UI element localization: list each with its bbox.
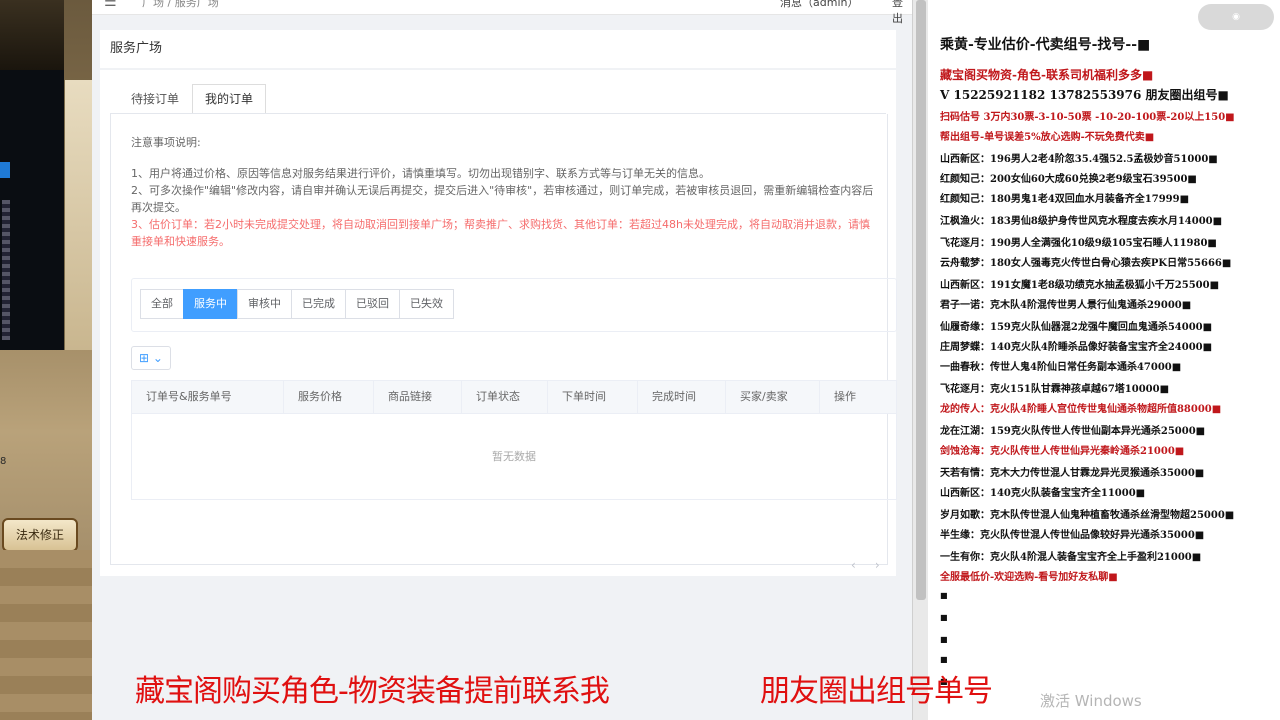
listing-line: 扫码估号 3万内30票-3-10-50票 -10-20-100票-20以上150… — [940, 112, 1235, 123]
listing-line: 山西新区：140克火队装备宝宝齐全11000■ — [940, 488, 1146, 499]
listing-line: 飞花逐月：190男人全满强化10级9级105宝石睡人11980■ — [940, 238, 1217, 249]
column-order-time[interactable]: 下单时间 — [548, 381, 638, 413]
page-title-card: 服务广场 — [100, 30, 896, 68]
notice-item: 2、可多次操作"编辑"修改内容，请自审并确认无误后再提交，提交后进入"待审核"，… — [131, 184, 874, 214]
pagination: ‹ › — [851, 558, 880, 572]
listing-line: 飞花逐月：克火151队甘霖神孩卓越67塔10000■ — [940, 384, 1170, 395]
column-buyer-seller[interactable]: 买家/卖家 — [726, 381, 820, 413]
listing-line: 仙履奇缘：159克火队仙器混2龙强牛魔回血鬼通杀54000■ — [940, 322, 1213, 333]
filter-completed[interactable]: 已完成 — [291, 289, 346, 319]
filter-under-review[interactable]: 审核中 — [237, 289, 292, 319]
top-nav: ☰ 广场 / 服务广场 消息（admin） 登出 — [92, 0, 912, 25]
notice-item: 1、用户将通过价格、原因等信息对服务结果进行评价，请慎重填写。切勿出现错别字、联… — [131, 167, 710, 180]
orders-card: 待接订单 我的订单 注意事项说明: 1、用户将通过价格、原因等信息对服务结果进行… — [100, 70, 897, 576]
listing-line: ■ — [940, 654, 948, 664]
column-actions[interactable]: 操作 — [820, 381, 894, 413]
tab-pending-orders[interactable]: 待接订单 — [118, 84, 192, 114]
stream-logo-icon: ◉ — [1198, 4, 1274, 30]
listing-line: 龙的传人：克火队4阶睡人宫位传世鬼仙通杀物超所值88000■ — [940, 404, 1222, 415]
user-menu[interactable]: 消息（admin） — [780, 0, 858, 10]
game-bottom-panel — [0, 550, 92, 720]
filter-expired[interactable]: 已失效 — [399, 289, 454, 319]
listing-line: 一生有你：克火队4阶混人装备宝宝齐全上手盈利21000■ — [940, 552, 1202, 563]
notice-warning: 3、估价订单：若2小时未完成提交处理，将自动取消回到接单广场；帮卖推广、求购找货… — [131, 218, 870, 248]
game-blue-marker — [0, 162, 10, 178]
listing-line: 天若有情：克木大力传世混人甘霖龙异光灵猴通杀35000■ — [940, 468, 1205, 479]
bottom-caption-right: 朋友圈出组号单号 — [760, 674, 993, 709]
listing-line: 庄周梦蝶：140克火队4阶睡杀品像好装备宝宝齐全24000■ — [940, 342, 1213, 353]
page-scrollbar[interactable] — [912, 0, 929, 720]
column-complete-time[interactable]: 完成时间 — [638, 381, 726, 413]
table-header: 订单号&服务单号 服务价格 商品链接 订单状态 下单时间 完成时间 买家/卖家 … — [132, 381, 896, 414]
listing-line: 红颜知己：200女仙60大成60兑换2老9级宝石39500■ — [940, 174, 1197, 185]
order-tabs: 待接订单 我的订单 — [118, 84, 267, 114]
prev-page-icon[interactable]: ‹ — [851, 558, 856, 572]
filter-all[interactable]: 全部 — [140, 289, 184, 319]
next-page-icon[interactable]: › — [875, 558, 880, 572]
listing-line: 龙在江湖：159克火队传世人传世仙副本异光通杀25000■ — [940, 426, 1206, 437]
listing-line: 江枫渔火：183男仙8级护身传世风克水程度去疾水月14000■ — [940, 216, 1223, 227]
table-empty-text: 暂无数据 — [492, 450, 536, 463]
game-tower — [2, 200, 10, 340]
column-order-status[interactable]: 订单状态 — [462, 381, 548, 413]
listing-line: 山西新区：196男人2老4阶忽35.4强52.5孟极妙音51000■ — [940, 154, 1218, 165]
listing-line: 帮出组号-单号误差5%放心选购-不玩免费代卖■ — [940, 132, 1155, 143]
grid-view-toggle[interactable]: ⊞ ⌄ — [131, 346, 171, 370]
listing-line: 云舟载梦：180女人强毒克火传世白骨心猿去疾PK日常55666■ — [940, 258, 1232, 269]
tab-my-orders[interactable]: 我的订单 — [192, 84, 267, 114]
game-counter: 8 — [0, 456, 7, 467]
listing-line: ■ — [940, 612, 948, 622]
listing-line: 剑蚀沧海：克火队传世人传世仙异光秦岭通杀21000■ — [940, 446, 1185, 457]
listing-line: 红颜知己：180男鬼1老4双回血水月装备齐全17999■ — [940, 194, 1190, 205]
logout-link[interactable]: 登出 — [892, 0, 912, 26]
notice-section: 注意事项说明: 1、用户将通过价格、原因等信息对服务结果进行评价，请慎重填写。切… — [131, 134, 876, 250]
menu-icon[interactable]: ☰ — [104, 0, 117, 10]
listing-line: V 15225921182 13782553976 朋友圈出组号■ — [940, 88, 1229, 102]
listing-line: 乘黄-专业估价-代卖组号-找号--■ — [940, 37, 1151, 53]
filter-rejected[interactable]: 已驳回 — [345, 289, 400, 319]
listing-line: 半生缘：克火队传世混人传世仙品像较好异光通杀35000■ — [940, 530, 1205, 541]
breadcrumb: 广场 / 服务广场 — [142, 0, 219, 9]
scrollbar-thumb[interactable] — [916, 0, 926, 600]
listing-line: ■ — [940, 590, 948, 600]
spell-correction-button[interactable]: 法术修正 — [2, 518, 78, 552]
bottom-caption-left: 藏宝阁购买角色-物资装备提前联系我 — [135, 674, 610, 709]
filter-in-service[interactable]: 服务中 — [183, 289, 238, 319]
listing-line: 藏宝阁买物资-角色-联系司机福利多多■ — [940, 68, 1154, 82]
notice-title: 注意事项说明: — [131, 136, 201, 149]
column-product-link[interactable]: 商品链接 — [374, 381, 462, 413]
game-side-panel — [64, 80, 92, 350]
tab-content: 注意事项说明: 1、用户将通过价格、原因等信息对服务结果进行评价，请慎重填写。切… — [110, 114, 897, 572]
orders-table: 订单号&服务单号 服务价格 商品链接 订单状态 下单时间 完成时间 买家/卖家 … — [131, 380, 897, 500]
windows-activation-watermark: 激活 Windows — [1040, 692, 1142, 710]
game-top-bar — [0, 0, 64, 70]
listing-line: 君子一诺：克木队4阶混传世男人景行仙鬼通杀29000■ — [940, 300, 1192, 311]
listing-line: 一曲春秋：传世人鬼4阶仙日常任务副本通杀47000■ — [940, 362, 1182, 373]
game-window-strip: 8 法术修正 — [0, 0, 92, 720]
column-order-number[interactable]: 订单号&服务单号 — [132, 381, 284, 413]
service-square-page: ☰ 广场 / 服务广场 消息（admin） 登出 服务广场 待接订单 我的订单 … — [92, 0, 912, 720]
game-scene — [0, 0, 64, 350]
column-service-price[interactable]: 服务价格 — [284, 381, 374, 413]
listing-line: 岁月如歌：克木队传世混人仙鬼种植畜牧通杀丝滑型物超25000■ — [940, 510, 1235, 521]
page-title: 服务广场 — [110, 41, 163, 56]
listing-line: 全服最低价-欢迎选购-看号加好友私聊■ — [940, 572, 1118, 583]
listing-line: ■ — [940, 634, 948, 644]
listing-line: 山西新区：191女魔1老8级功绩克水抽孟极狐小千万25500■ — [940, 280, 1220, 291]
status-filter-bar: 全部 服务中 审核中 已完成 已驳回 已失效 — [131, 278, 897, 332]
account-listing-panel: ◉ 乘黄-专业估价-代卖组号-找号--■ 藏宝阁买物资-角色-联系司机福利多多■ V… — [928, 0, 1280, 720]
